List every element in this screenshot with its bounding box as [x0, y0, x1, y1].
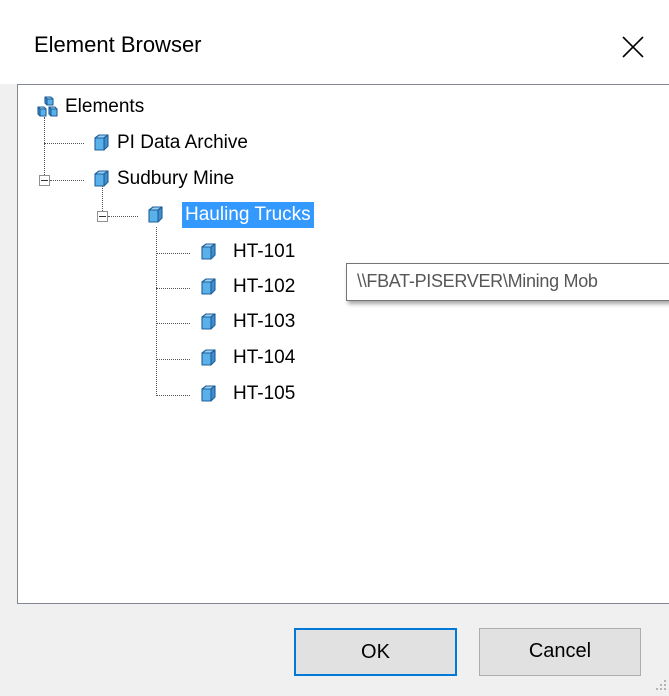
ok-button[interactable]: OK [294, 628, 457, 676]
tree-node-ht-102[interactable]: HT-102 [230, 274, 298, 300]
tree-node-sudbury-mine[interactable]: Sudbury Mine [114, 166, 237, 192]
tree-node-pi-data-archive[interactable]: PI Data Archive [114, 130, 251, 156]
tree-node-hauling-trucks[interactable]: Hauling Trucks [182, 202, 314, 228]
element-cube-icon [201, 349, 216, 366]
tree-connector [44, 143, 84, 144]
element-cube-icon [94, 134, 109, 151]
tree-connector [156, 323, 190, 324]
tree-node-ht-105[interactable]: HT-105 [230, 381, 298, 407]
tree-connector [156, 395, 190, 396]
element-cube-icon [94, 170, 109, 187]
close-icon [622, 36, 644, 58]
tree-connector [50, 180, 84, 181]
element-cube-icon [148, 206, 163, 223]
tree-node-elements[interactable]: Elements [62, 94, 147, 120]
tree-node-ht-103[interactable]: HT-103 [230, 309, 298, 335]
tree-connector [156, 288, 190, 289]
elements-root-icon [37, 96, 58, 117]
tooltip-text: \\FBAT-PISERVER\Mining Mob [357, 271, 598, 291]
element-browser-dialog: Element Browser Elements PI Data Archive… [0, 0, 669, 696]
tree-connector [44, 117, 45, 181]
tree-node-ht-101[interactable]: HT-101 [230, 239, 298, 265]
resize-grip-icon[interactable] [652, 676, 668, 694]
cancel-button[interactable]: Cancel [479, 628, 641, 676]
title-bar: Element Browser [0, 0, 669, 84]
element-cube-icon [201, 243, 216, 260]
tree-connector [156, 253, 190, 254]
tree-connector [108, 216, 138, 217]
element-cube-icon [201, 278, 216, 295]
element-cube-icon [201, 313, 216, 330]
window-title: Element Browser [34, 32, 202, 57]
element-tree[interactable]: Elements PI Data Archive Sudbury Mine Ha… [17, 84, 669, 604]
path-tooltip: \\FBAT-PISERVER\Mining Mob [346, 263, 669, 301]
element-cube-icon [201, 385, 216, 402]
tree-node-ht-104[interactable]: HT-104 [230, 345, 298, 371]
collapse-toggle-sudbury-mine[interactable] [39, 175, 50, 186]
close-button[interactable] [604, 20, 660, 72]
collapse-toggle-hauling-trucks[interactable] [97, 211, 108, 222]
tree-connector [156, 359, 190, 360]
